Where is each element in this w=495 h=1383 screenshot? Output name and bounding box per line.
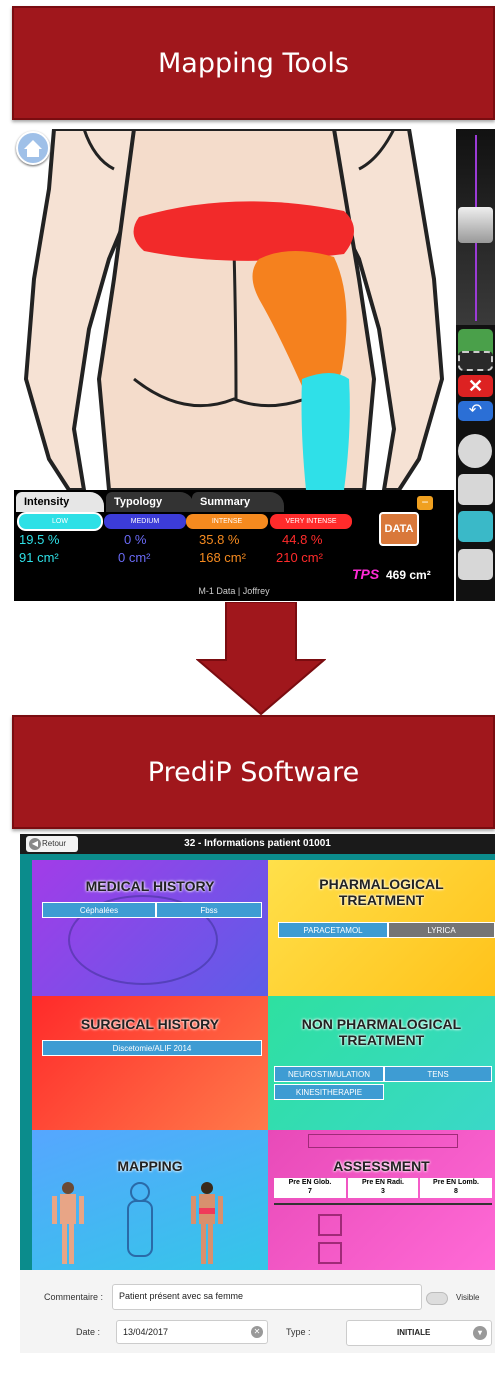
score-label: Pre EN Lomb. <box>433 1179 479 1186</box>
non-pharmacological-title: NON PHARMALOGICAL TREATMENT <box>301 1016 462 1048</box>
score-pre-en-lomb[interactable]: Pre EN Lomb. 8 <box>420 1178 492 1198</box>
pharmacological-title: PHARMALOGICAL TREATMENT <box>319 876 444 908</box>
total-area: 469 cm² <box>386 568 431 582</box>
tps-logo: TPS <box>352 566 380 582</box>
type-select[interactable]: INITIALE ▾ <box>346 1320 492 1346</box>
patient-grid: MEDICAL HISTORY Céphalées Fbss PHARMALOG… <box>20 854 495 1270</box>
chevron-down-icon: ▾ <box>473 1326 487 1340</box>
chip-kinesitherapie[interactable]: KINESITHERAPIE <box>274 1084 384 1100</box>
score-pre-en-radi[interactable]: Pre EN Radi. 3 <box>348 1178 418 1198</box>
chip-fbss[interactable]: Fbss <box>156 902 262 918</box>
tab-intensity[interactable]: Intensity <box>16 492 104 512</box>
score-label: Pre EN Radi. <box>361 1179 404 1186</box>
patient-form: Commentaire : Patient présent avec sa fe… <box>20 1270 495 1353</box>
chip-paracetamol[interactable]: PARACETAMOL <box>278 922 388 938</box>
very-intense-button[interactable]: VERY INTENSE <box>270 514 352 529</box>
intense-button[interactable]: INTENSE <box>186 514 268 529</box>
score-value: 8 <box>454 1188 458 1195</box>
medical-history-title: MEDICAL HISTORY <box>85 878 215 894</box>
clear-icon[interactable]: ✕ <box>251 1326 263 1338</box>
assessment-card[interactable]: ASSESSMENT Pre EN Glob. 7 Pre EN Radi. 3 P… <box>268 1130 495 1270</box>
brush-size-slider[interactable] <box>456 129 495 325</box>
predip-banner: PrediP Software <box>12 715 495 829</box>
mapping-tools-banner: Mapping Tools <box>12 6 495 120</box>
collapse-button[interactable]: − <box>417 496 433 510</box>
score-label: Pre EN Glob. <box>288 1179 332 1186</box>
delete-icon[interactable]: ✕ <box>458 375 493 397</box>
brush-red-icon[interactable] <box>458 474 493 505</box>
visible-toggle[interactable] <box>426 1292 448 1305</box>
brush-cyan-small-icon[interactable] <box>458 549 493 580</box>
comment-label: Commentaire : <box>44 1292 104 1302</box>
body-back-illustration <box>23 129 445 490</box>
type-label: Type : <box>286 1327 311 1337</box>
date-label: Date : <box>76 1327 101 1337</box>
medical-history-card[interactable]: MEDICAL HISTORY Céphalées Fbss <box>32 860 268 996</box>
refresh-icon[interactable] <box>458 351 493 371</box>
score-pre-en-glob[interactable]: Pre EN Glob. 7 <box>274 1178 346 1198</box>
chip-lyrica[interactable]: LYRICA <box>388 922 495 938</box>
date-value: 13/04/2017 <box>123 1327 169 1337</box>
very-intense-zone <box>133 201 354 261</box>
type-value: INITIALE <box>397 1328 431 1337</box>
very-intense-area: 210 cm² <box>276 550 323 565</box>
home-icon[interactable] <box>16 131 50 165</box>
assessment-title: ASSESSMENT <box>333 1158 430 1174</box>
surgical-history-title: SURGICAL HISTORY <box>80 1016 220 1032</box>
score-value: 7 <box>308 1188 312 1195</box>
chip-neurostimulation[interactable]: NEUROSTIMULATION <box>274 1066 384 1082</box>
mapping-screen: ✕ ↶ Intensity Typology Summary − LOW MED… <box>14 129 495 601</box>
chip-discetomie[interactable]: Discetomie/ALIF 2014 <box>42 1040 262 1056</box>
chip-tens[interactable]: TENS <box>384 1066 492 1082</box>
comment-field[interactable]: Patient présent avec sa femme <box>112 1284 422 1310</box>
low-percent: 19.5 % <box>19 532 60 547</box>
chip-cephalees[interactable]: Céphalées <box>42 902 156 918</box>
low-area: 91 cm² <box>19 550 59 565</box>
intense-area: 168 cm² <box>199 550 246 565</box>
medium-area: 0 cm² <box>118 550 151 565</box>
tab-typology[interactable]: Typology <box>106 492 194 512</box>
mapping-card[interactable]: MAPPING <box>32 1130 268 1270</box>
eraser-icon[interactable] <box>458 434 492 468</box>
non-pharmacological-card[interactable]: NON PHARMALOGICAL TREATMENT NEUROSTIMULA… <box>268 996 495 1130</box>
banner-title: Mapping Tools <box>158 47 349 79</box>
brush-cyan-icon[interactable] <box>458 511 493 542</box>
tool-sidebar: ✕ ↶ <box>456 129 495 601</box>
score-value: 3 <box>381 1188 385 1195</box>
tab-summary[interactable]: Summary <box>192 492 284 512</box>
slider-handle[interactable] <box>458 207 493 243</box>
mapping-title: MAPPING <box>117 1158 183 1174</box>
date-field[interactable]: 13/04/2017 ✕ <box>116 1320 268 1344</box>
top-bar: ◀ Retour 32 - Informations patient 01001 <box>20 834 495 854</box>
footer-label: M-1 Data | Joffrey <box>198 586 270 596</box>
intense-percent: 35.8 % <box>199 532 240 547</box>
medium-button[interactable]: MEDIUM <box>104 514 186 529</box>
page-title: 32 - Informations patient 01001 <box>184 838 331 849</box>
down-arrow-icon <box>196 602 326 716</box>
data-button[interactable]: DATA <box>379 512 419 546</box>
banner-title: PrediP Software <box>147 756 360 788</box>
undo-icon[interactable]: ↶ <box>458 401 493 421</box>
medium-percent: 0 % <box>124 532 147 547</box>
intensity-panel: Intensity Typology Summary − LOW MEDIUM … <box>14 490 454 601</box>
low-button[interactable]: LOW <box>19 514 101 529</box>
low-zone <box>301 373 350 490</box>
surgical-history-card[interactable]: SURGICAL HISTORY Discetomie/ALIF 2014 <box>32 996 268 1130</box>
very-intense-percent: 44.8 % <box>282 532 323 547</box>
pharmacological-card[interactable]: PHARMALOGICAL TREATMENT PARACETAMOL LYRI… <box>268 860 495 996</box>
predip-screen: ◀ Retour 32 - Informations patient 01001… <box>20 834 495 1353</box>
body-figures-illustration <box>52 1182 223 1264</box>
visible-label: Visible <box>456 1293 480 1302</box>
